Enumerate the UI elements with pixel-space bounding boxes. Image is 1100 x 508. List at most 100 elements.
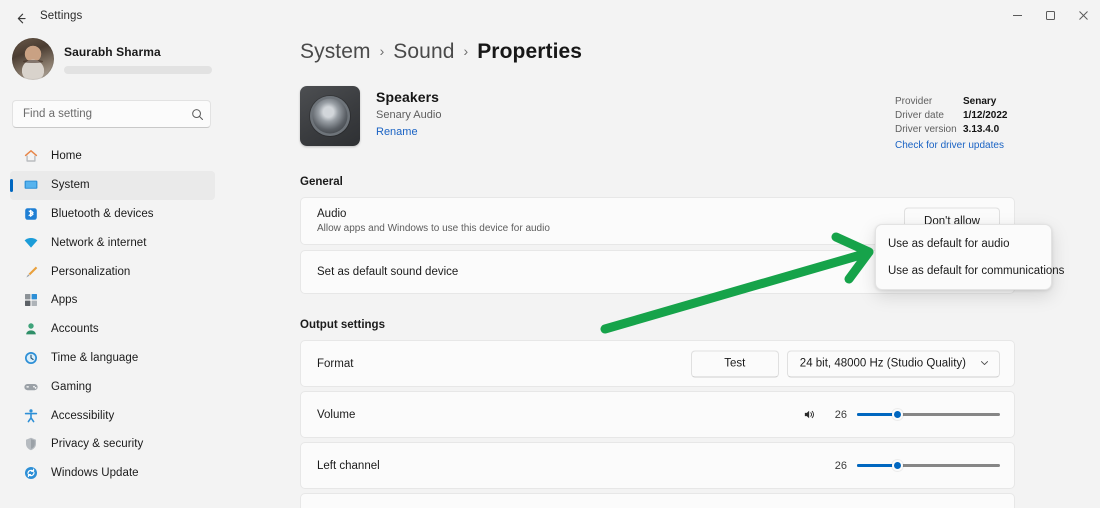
- rename-link[interactable]: Rename: [376, 126, 441, 138]
- driver-date-row: Driver date 1/12/2022: [895, 109, 1070, 123]
- network-icon: [22, 234, 40, 252]
- home-icon: [22, 147, 40, 165]
- menu-item-use-as-default-for-communications[interactable]: Use as default for communications: [876, 257, 1051, 284]
- sidebar-item-apps[interactable]: Apps: [10, 286, 215, 315]
- speaker-cone: [310, 96, 350, 136]
- default-device-flyout-menu: Use as default for audio Use as default …: [875, 224, 1052, 290]
- breadcrumb-item-sound[interactable]: Sound: [393, 40, 454, 64]
- driver-info: Provider Senary Driver date 1/12/2022 Dr…: [895, 95, 1070, 151]
- driver-version-value: 3.13.4.0: [963, 123, 999, 137]
- sidebar-item-label: Privacy & security: [51, 438, 143, 450]
- shield-icon: [22, 435, 40, 453]
- avatar: [12, 38, 54, 80]
- volume-card: Volume 26: [300, 391, 1015, 438]
- driver-provider-row: Provider Senary: [895, 95, 1070, 109]
- brush-icon: [22, 263, 40, 281]
- driver-date-value: 1/12/2022: [963, 109, 1008, 123]
- sidebar-item-time-language[interactable]: Time & language: [10, 344, 215, 373]
- search-icon: [184, 108, 210, 121]
- test-button[interactable]: Test: [691, 350, 779, 377]
- check-driver-updates-link[interactable]: Check for driver updates: [895, 140, 1070, 151]
- sidebar-item-label: Home: [51, 150, 82, 162]
- search-box[interactable]: [12, 100, 211, 128]
- left-channel-value: 26: [827, 460, 847, 472]
- back-button[interactable]: [8, 7, 34, 29]
- bluetooth-icon: [22, 205, 40, 223]
- accessibility-icon: [22, 407, 40, 425]
- general-section-heading: General: [300, 176, 343, 188]
- sidebar-item-label: Personalization: [51, 266, 130, 278]
- speaker-volume-icon[interactable]: [803, 408, 816, 421]
- format-dropdown[interactable]: 24 bit, 48000 Hz (Studio Quality): [787, 350, 1000, 377]
- sidebar-item-network-internet[interactable]: Network & internet: [10, 228, 215, 257]
- breadcrumb-item-system[interactable]: System: [300, 40, 371, 64]
- left-channel-slider-fill: [857, 464, 897, 467]
- format-row-title: Format: [317, 358, 353, 370]
- audio-row-subtitle: Allow apps and Windows to use this devic…: [317, 223, 550, 234]
- sidebar-item-label: Accounts: [51, 323, 99, 335]
- sidebar-item-label: Time & language: [51, 352, 138, 364]
- sidebar-item-label: Gaming: [51, 381, 92, 393]
- driver-version-label: Driver version: [895, 123, 963, 137]
- sidebar-item-label: Network & internet: [51, 237, 147, 249]
- left-channel-card: Left channel 26: [300, 442, 1015, 489]
- driver-version-row: Driver version 3.13.4.0: [895, 123, 1070, 137]
- audio-row-title: Audio: [317, 208, 550, 220]
- account-name: Saurabh Sharma: [64, 45, 212, 59]
- sidebar-item-bluetooth-devices[interactable]: Bluetooth & devices: [10, 200, 215, 229]
- sidebar-item-windows-update[interactable]: Windows Update: [10, 459, 215, 488]
- sidebar-item-label: Apps: [51, 294, 77, 306]
- menu-item-use-as-default-for-audio[interactable]: Use as default for audio: [876, 230, 1051, 257]
- left-channel-slider-thumb[interactable]: [892, 460, 903, 471]
- volume-slider-thumb[interactable]: [892, 409, 903, 420]
- update-icon: [22, 464, 40, 482]
- output-section-heading: Output settings: [300, 319, 385, 331]
- breadcrumb-item-properties: Properties: [477, 40, 582, 64]
- accounts-icon: [22, 320, 40, 338]
- speaker-icon: [300, 86, 360, 146]
- sidebar-item-system[interactable]: System: [10, 171, 215, 200]
- sidebar-item-accessibility[interactable]: Accessibility: [10, 401, 215, 430]
- sidebar-nav: Home System Bluetooth: [10, 142, 215, 488]
- sidebar: Saurabh Sharma Home: [0, 34, 230, 508]
- volume-slider-fill: [857, 413, 897, 416]
- clock-icon: [22, 349, 40, 367]
- left-channel-slider[interactable]: [857, 458, 1000, 474]
- title-bar: Settings: [0, 0, 1100, 34]
- left-channel-row-title: Left channel: [317, 460, 380, 472]
- right-channel-card-partial: [300, 493, 1015, 508]
- sidebar-item-home[interactable]: Home: [10, 142, 215, 171]
- sidebar-item-label: Bluetooth & devices: [51, 208, 154, 220]
- device-name: Speakers: [376, 89, 441, 105]
- account-email-redacted: [64, 66, 212, 74]
- volume-row-title: Volume: [317, 409, 355, 421]
- default-device-row-title: Set as default sound device: [317, 266, 458, 278]
- sidebar-item-accounts[interactable]: Accounts: [10, 315, 215, 344]
- volume-slider[interactable]: [857, 407, 1000, 423]
- sidebar-item-label: System: [51, 179, 90, 191]
- format-dropdown-value: 24 bit, 48000 Hz (Studio Quality): [800, 358, 966, 370]
- close-button[interactable]: [1067, 0, 1100, 30]
- settings-window: Settings Saurabh Sharma: [0, 0, 1100, 508]
- minimize-button[interactable]: [1001, 0, 1034, 30]
- system-icon: [22, 176, 40, 194]
- format-card: Format Test 24 bit, 48000 Hz (Studio Qua…: [300, 340, 1015, 387]
- apps-icon: [22, 291, 40, 309]
- gamepad-icon: [22, 378, 40, 396]
- sidebar-item-label: Accessibility: [51, 410, 114, 422]
- search-input[interactable]: [13, 108, 184, 120]
- sidebar-item-privacy-security[interactable]: Privacy & security: [10, 430, 215, 459]
- breadcrumb-separator-icon: ›: [380, 43, 385, 59]
- breadcrumb: System › Sound › Properties: [300, 40, 582, 64]
- account-block[interactable]: Saurabh Sharma: [12, 38, 212, 80]
- chevron-down-icon: [980, 358, 989, 369]
- volume-value: 26: [827, 409, 847, 421]
- driver-provider-value: Senary: [963, 95, 996, 109]
- window-title: Settings: [40, 10, 82, 22]
- device-header: Speakers Senary Audio Rename: [300, 86, 441, 146]
- sidebar-item-personalization[interactable]: Personalization: [10, 257, 215, 286]
- window-controls: [1001, 0, 1100, 30]
- breadcrumb-separator-icon: ›: [464, 43, 469, 59]
- sidebar-item-gaming[interactable]: Gaming: [10, 372, 215, 401]
- maximize-button[interactable]: [1034, 0, 1067, 30]
